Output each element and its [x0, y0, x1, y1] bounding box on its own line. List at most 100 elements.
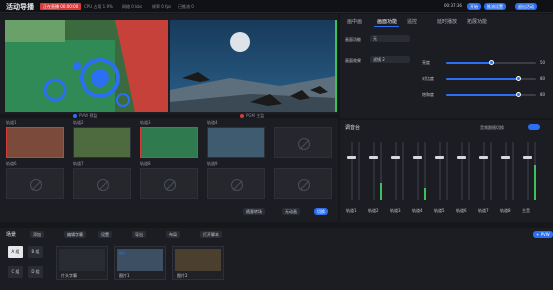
source-thumbnail[interactable]: [73, 168, 131, 199]
source-thumbnail[interactable]: [140, 168, 198, 199]
slider-knob[interactable]: [516, 76, 521, 81]
fader-knob[interactable]: [369, 156, 378, 159]
slider-fill: [446, 78, 518, 80]
start-button[interactable]: 开始: [467, 3, 481, 10]
source-thumbnail[interactable]: [274, 168, 332, 199]
settings-panel: [340, 14, 553, 118]
mixer-channel: [434, 134, 448, 206]
pvw-monitor[interactable]: [5, 20, 168, 112]
fader-knob[interactable]: [391, 156, 400, 159]
scene-action-4[interactable]: 布局: [166, 231, 180, 238]
scene-card-tag: MV: [119, 251, 126, 256]
exit-button[interactable]: 退出活动: [515, 3, 537, 10]
cpu-stat: CPU 占用 1.9%: [84, 4, 113, 9]
active-tab-indicator: [374, 26, 399, 27]
source-thumbnail[interactable]: [140, 127, 198, 158]
fader-track[interactable]: [527, 142, 529, 200]
source-label: 轨道9: [207, 161, 218, 166]
fader-knob[interactable]: [501, 156, 510, 159]
fader-track[interactable]: [461, 142, 463, 200]
fader-track[interactable]: [351, 142, 353, 200]
scene-card[interactable]: 图片2: [172, 246, 224, 280]
level-meter: [534, 142, 536, 200]
slider-knob[interactable]: [489, 60, 494, 65]
scene-action-1[interactable]: 编辑字幕: [64, 231, 86, 238]
source-thumbnail[interactable]: [73, 127, 131, 158]
level-meter: [380, 142, 382, 200]
tab-0[interactable]: 画中画: [347, 18, 362, 25]
slider-fill: [446, 94, 518, 96]
scene-action-0[interactable]: 添加: [30, 231, 44, 238]
channel-name: 轨道3: [390, 208, 401, 213]
mixer-channel: [478, 134, 492, 206]
fader-knob[interactable]: [457, 156, 466, 159]
source-label: 轨道1: [6, 120, 17, 125]
fader-track[interactable]: [373, 142, 375, 200]
fader-knob[interactable]: [523, 156, 532, 159]
mixer-channel: [500, 134, 514, 206]
stream-settings-button[interactable]: 推流设置: [484, 3, 506, 10]
transition-select[interactable]: 随意转场: [243, 208, 265, 215]
source-thumbnail[interactable]: [274, 127, 332, 158]
scene-action-3[interactable]: 导出: [132, 231, 146, 238]
scene-action-2[interactable]: 设置: [98, 231, 112, 238]
pgm-monitor[interactable]: [170, 20, 336, 112]
fader-track[interactable]: [417, 142, 419, 200]
slider-knob[interactable]: [516, 92, 521, 97]
channel-name: 轨道2: [368, 208, 379, 213]
no-image-icon: [30, 179, 42, 191]
add-pvw-button[interactable]: + PVW: [533, 231, 553, 238]
app-title: 活动导播: [6, 3, 34, 11]
source-label: 轨道6: [6, 161, 17, 166]
level-meter: [402, 142, 404, 200]
tab-4[interactable]: 拓展功能: [467, 18, 487, 25]
fader-knob[interactable]: [435, 156, 444, 159]
scene-card[interactable]: 片头字幕: [56, 246, 108, 280]
stream-stat: 已推流 0: [178, 4, 194, 9]
source-thumbnail[interactable]: [6, 127, 64, 158]
switch-button[interactable]: 切换: [314, 208, 328, 215]
mixer-channel: [522, 134, 536, 206]
no-image-icon: [97, 179, 109, 191]
animation-select[interactable]: 无动画: [282, 208, 300, 215]
pgm-scene-graphic: [170, 20, 336, 112]
fader-track[interactable]: [439, 142, 441, 200]
scene-group-2[interactable]: C 组: [8, 266, 23, 278]
source-thumbnail[interactable]: [6, 168, 64, 199]
fader-track[interactable]: [395, 142, 397, 200]
source-thumbnail[interactable]: [207, 127, 265, 158]
tab-2[interactable]: 遥控: [407, 18, 417, 25]
level-meter: [424, 142, 426, 200]
channel-name: 轨道1: [346, 208, 357, 213]
fader-track[interactable]: [483, 142, 485, 200]
channel-name: 轨道7: [478, 208, 489, 213]
fader-track[interactable]: [505, 142, 507, 200]
fader-knob[interactable]: [479, 156, 488, 159]
level-meter: [490, 142, 492, 200]
audio-follow-toggle[interactable]: [528, 124, 540, 130]
slider-fill: [446, 62, 491, 64]
level-meter-fill: [380, 182, 382, 200]
source-label: 轨道7: [73, 161, 84, 166]
source-thumbnail[interactable]: [207, 168, 265, 199]
image-function-select[interactable]: 无: [370, 35, 410, 42]
scene-group-1[interactable]: B 组: [28, 246, 43, 258]
scene-group-0[interactable]: A 组: [8, 246, 23, 258]
mixer-channel: [412, 134, 426, 206]
channel-name: 轨道8: [500, 208, 511, 213]
scene-card-name: 图片1: [119, 273, 130, 278]
fader-knob[interactable]: [347, 156, 356, 159]
scene-card[interactable]: 图片1 MV: [114, 246, 166, 280]
network-stat: 网络 0 kbs: [122, 4, 143, 9]
slider-value: 50: [540, 60, 546, 65]
image-effect-select[interactable]: 滤镜 2: [370, 56, 410, 63]
tab-1[interactable]: 画面功能: [377, 18, 397, 25]
no-image-icon: [231, 179, 243, 191]
fader-knob[interactable]: [413, 156, 422, 159]
scene-card-name: 图片2: [177, 273, 188, 278]
scene-action-5[interactable]: 打开脚本: [200, 231, 222, 238]
tab-3[interactable]: 延时播放: [437, 18, 457, 25]
mixer-channel: [368, 134, 382, 206]
scene-group-3[interactable]: D 组: [28, 266, 43, 278]
slider-label: 对比度: [422, 76, 434, 81]
